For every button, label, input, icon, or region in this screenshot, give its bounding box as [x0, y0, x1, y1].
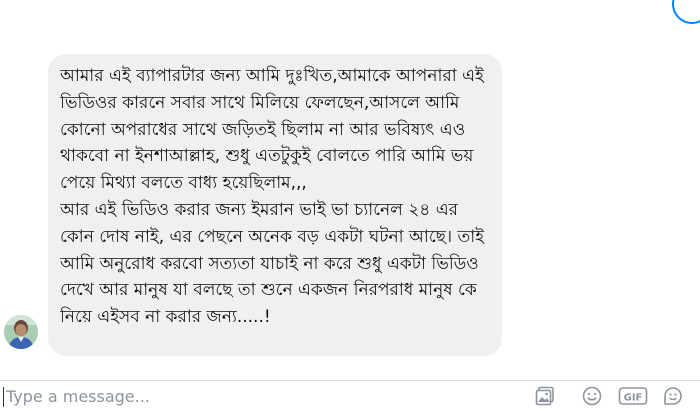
- message-line: পেয়ে মিথ্যা বলতে বাধ্য হয়েছিলাম,,,: [60, 173, 307, 194]
- own-avatar: [672, 0, 700, 24]
- message-line: কোনো অপরাধের সাথে জড়িতই ছিলাম না আর ভবি…: [60, 119, 466, 140]
- message-line: থাকবো না ইনশাআল্লাহ, শুধু এতটুকুই বোলতে …: [60, 146, 474, 167]
- message-line: ভিডিওর কারনে সবার সাথে মিলিয়ে ফেলছেন,আস…: [60, 92, 460, 113]
- gif-icon: GIF: [618, 387, 648, 405]
- message-line: দেখে আর মানুষ যা বলছে তা শুনে একজন নিরপর…: [60, 280, 477, 301]
- sticker-button[interactable]: [659, 382, 687, 410]
- message-line: নিয়ে এইসব না করার জন্য.....!: [60, 307, 271, 328]
- message-input[interactable]: [6, 383, 306, 409]
- message-line: আর এই ভিডিও করার জন্য ইমরান ভাই ভা চ্যান…: [60, 199, 459, 220]
- svg-text:GIF: GIF: [624, 393, 643, 404]
- emoji-icon: [582, 386, 602, 406]
- gif-button[interactable]: GIF: [616, 382, 650, 410]
- photo-button[interactable]: [531, 382, 559, 410]
- message-line: আমি অনুরোধ করবো সত্যতা যাচাই না করে শুধু…: [60, 253, 479, 274]
- message-bubble[interactable]: আমার এই ব্যাপারটার জন্য আমি দুঃখিত,আমাকে…: [48, 54, 502, 356]
- message-line: আমার এই ব্যাপারটার জন্য আমি দুঃখিত,আমাকে…: [60, 66, 484, 86]
- message-composer: GIF: [0, 380, 700, 411]
- sticker-icon: [664, 387, 682, 405]
- photo-icon: [535, 386, 554, 406]
- message-line: কোন দোষ নাই, এর পেছনে অনেক বড় একটা ঘটনা…: [60, 226, 484, 247]
- chat-area: আমার এই ব্যাপারটার জন্য আমি দুঃখিত,আমাকে…: [0, 0, 700, 380]
- emoji-button[interactable]: [578, 382, 606, 410]
- sender-avatar[interactable]: [4, 315, 38, 349]
- avatar-photo: [4, 315, 38, 349]
- text-cursor: [3, 387, 4, 407]
